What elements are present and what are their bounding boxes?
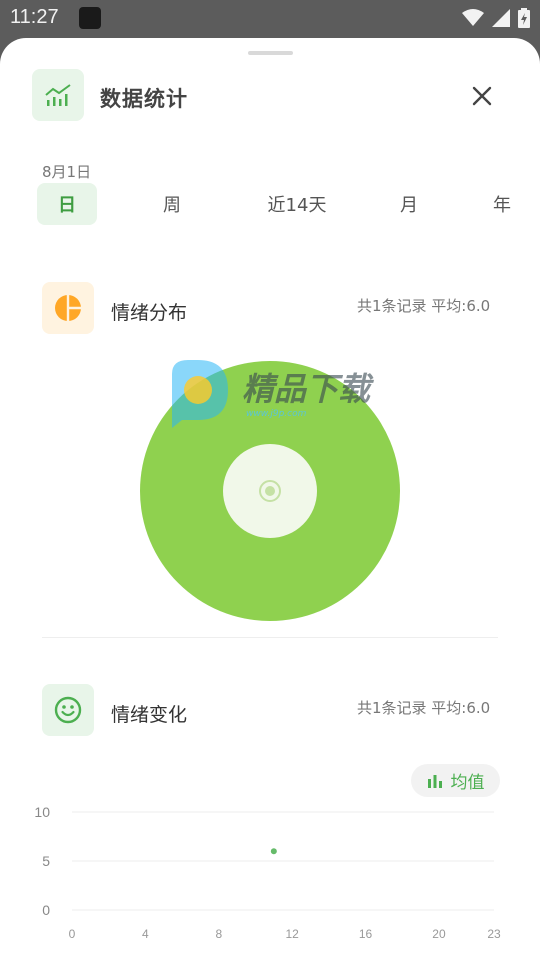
mood-trend-title: 情绪变化 [111, 704, 188, 726]
bar-chart-icon [427, 774, 442, 788]
mood-trend-chart: 0 5 10 0 4 8 12 16 20 23 [34, 804, 501, 941]
x-tick-label: 0 [69, 927, 76, 941]
stats-bottom-sheet: 数据统计 8月1日 日 周 近14天 月 年 情绪分布 共1条记录 平均:6.0… [0, 38, 540, 960]
page-title: 数据统计 [100, 87, 188, 111]
data-point[interactable] [270, 848, 277, 855]
mood-pie-chart [140, 361, 400, 621]
wifi-icon [462, 9, 484, 26]
tab-day[interactable]: 日 [37, 183, 97, 225]
period-tabs: 日 周 近14天 月 年 [0, 183, 540, 225]
signal-icon [492, 9, 510, 27]
tab-week[interactable]: 周 [142, 183, 202, 225]
drag-handle[interactable] [248, 51, 293, 55]
chart-trend-icon [32, 69, 84, 121]
y-tick-label: 10 [34, 804, 50, 820]
status-bar: 11:27 [0, 0, 540, 36]
x-tick-label: 23 [487, 927, 501, 941]
x-tick-label: 4 [142, 927, 149, 941]
x-tick-label: 12 [285, 927, 299, 941]
y-tick-label: 0 [42, 902, 50, 918]
mood-distribution-title: 情绪分布 [111, 302, 188, 324]
battery-icon [518, 8, 530, 28]
x-tick-label: 8 [215, 927, 222, 941]
tab-month[interactable]: 月 [379, 183, 439, 225]
mood-distribution-meta: 共1条记录 平均:6.0 [357, 297, 491, 315]
status-icons [462, 8, 530, 28]
status-time: 11:27 [10, 6, 59, 28]
mood-trend-meta: 共1条记录 平均:6.0 [357, 699, 491, 717]
y-tick-label: 5 [42, 853, 50, 869]
app-notification-icon [79, 7, 101, 29]
x-tick-label: 16 [359, 927, 373, 941]
center-dot-icon [265, 486, 275, 496]
close-icon [472, 86, 492, 106]
smiley-face-icon [42, 684, 94, 736]
section-divider [42, 637, 498, 638]
tab-14-days[interactable]: 近14天 [257, 183, 337, 225]
date-label: 8月1日 [42, 163, 92, 181]
x-tick-label: 20 [432, 927, 446, 941]
tab-year[interactable]: 年 [472, 183, 532, 225]
close-button[interactable] [466, 80, 498, 112]
pie-chart-icon [42, 282, 94, 334]
